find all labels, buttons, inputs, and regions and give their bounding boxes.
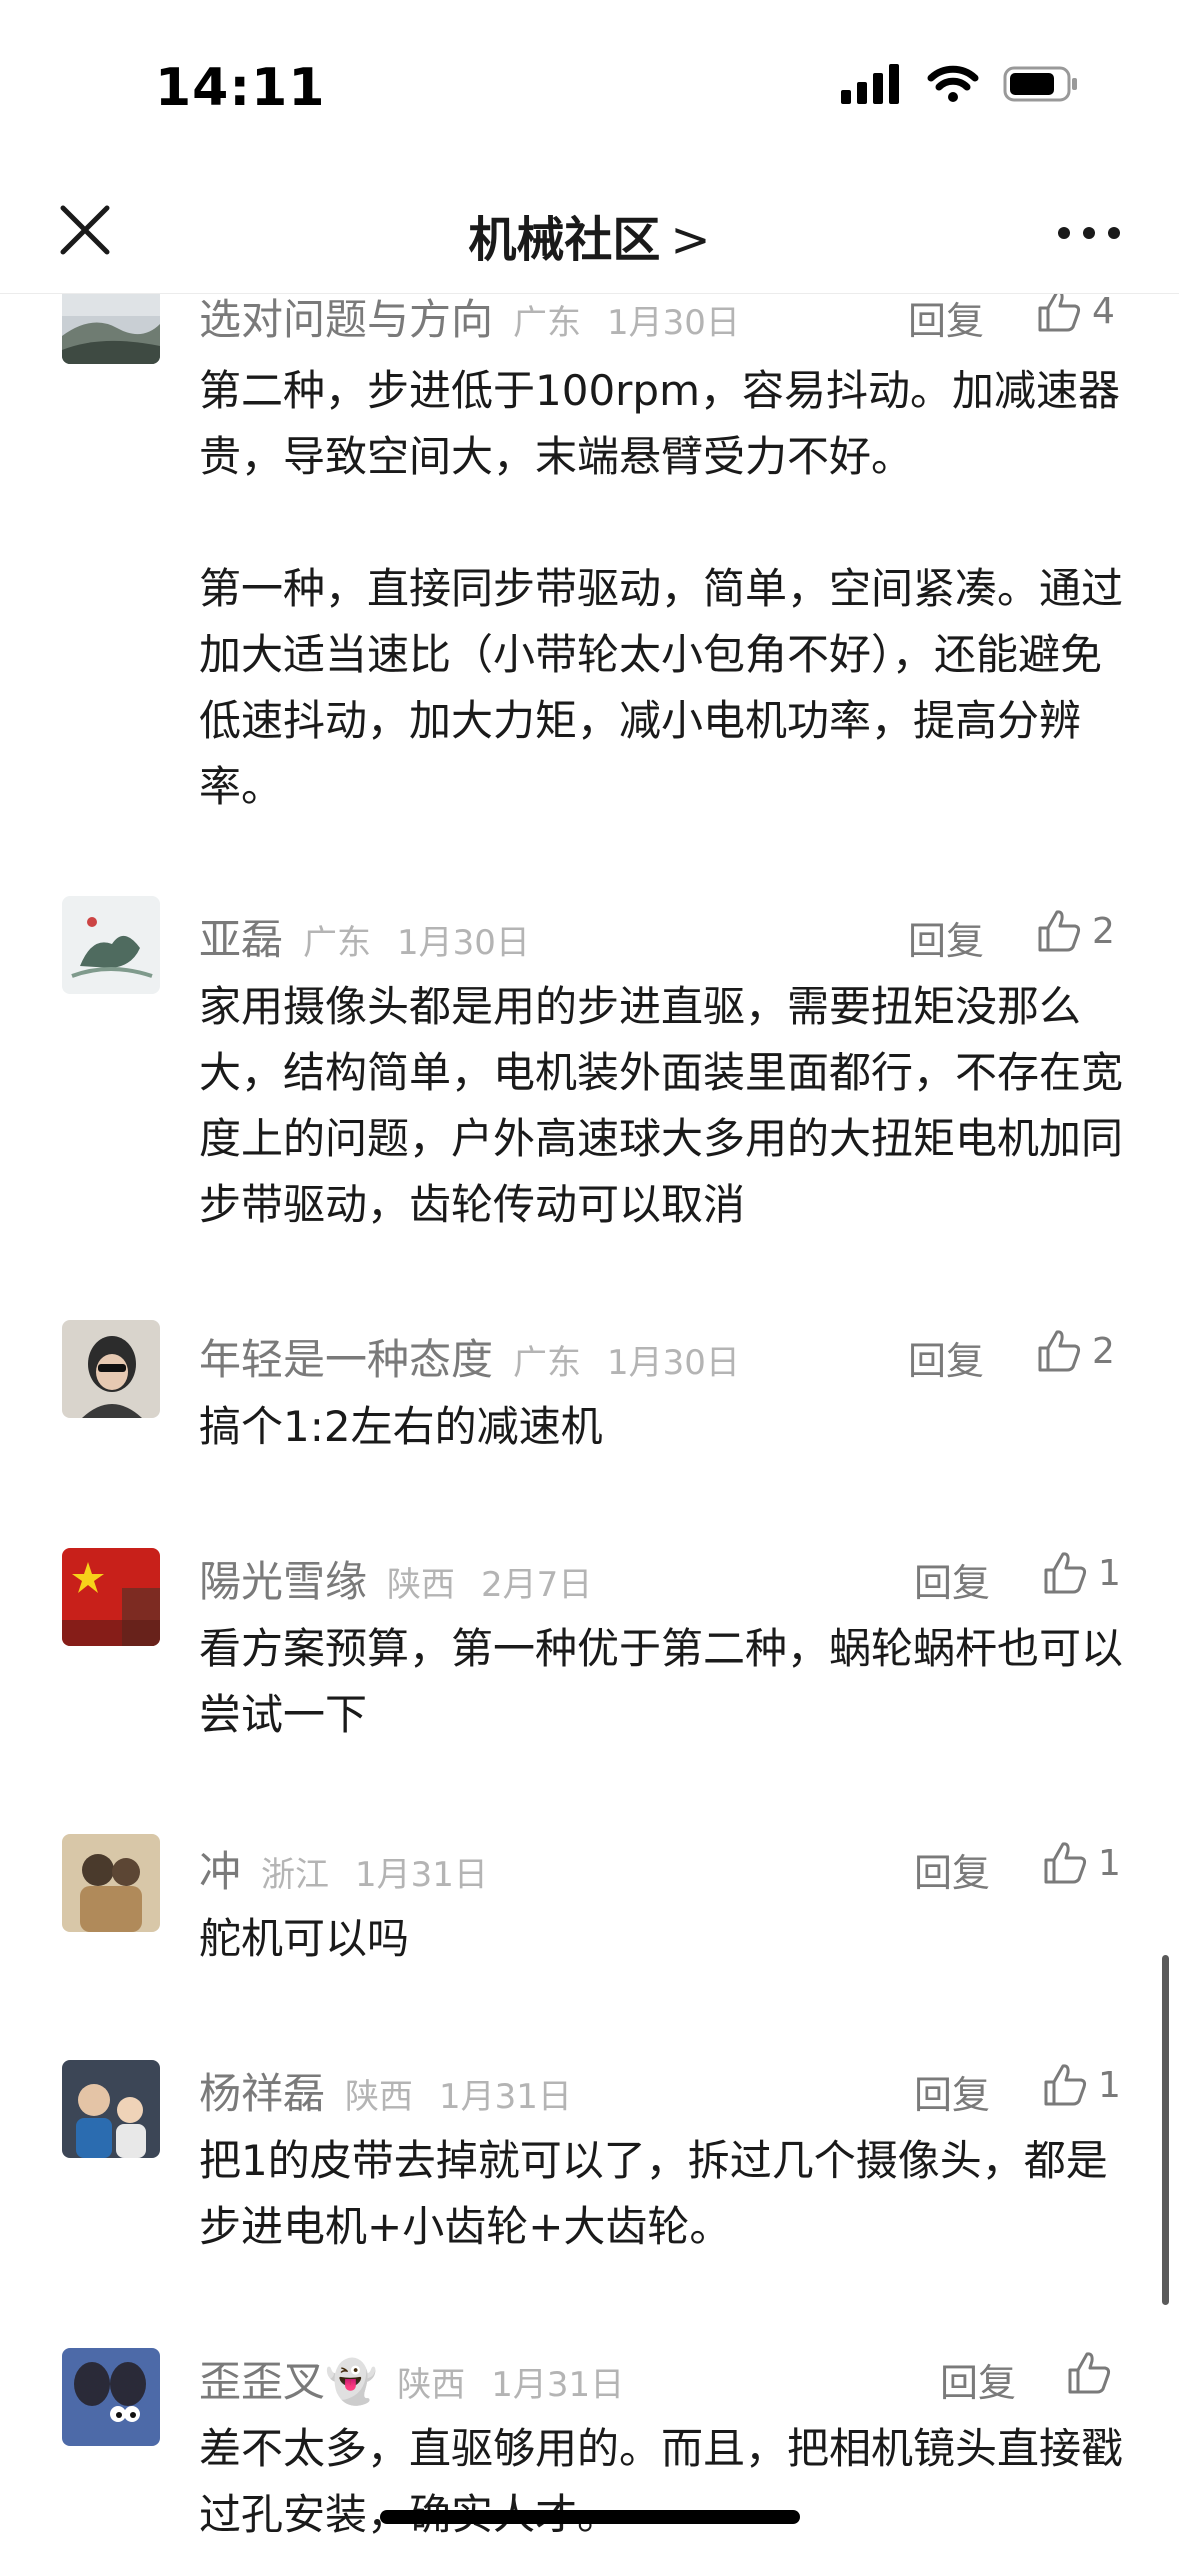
like-button[interactable] [1066, 2350, 1122, 2396]
username[interactable]: 杨祥磊 [199, 2060, 325, 2121]
region: 浙江 [261, 1855, 330, 1895]
comment-date: 1月31日 [355, 1855, 488, 1895]
region: 广东 [303, 923, 372, 963]
comment-date: 1月31日 [491, 2365, 625, 2405]
comment-body: 把1的皮带去掉就可以了，拆过几个摄像头，都是步进电机+小齿轮+大齿轮。 [199, 2128, 1129, 2260]
comment-body: 家用摄像头都是用的步进直驱，需要扭矩没那么大，结构简单，电机装外面装里面都行，不… [199, 974, 1129, 1238]
status-icons [841, 64, 1079, 104]
username[interactable]: 陽光雪缘 [199, 1548, 367, 1609]
like-button[interactable]: 1 [1042, 1840, 1121, 1886]
region: 陕西 [397, 2365, 466, 2405]
comment-meta: 冲 浙江 1月31日 [199, 1838, 488, 1898]
avatar[interactable] [62, 2348, 160, 2446]
username[interactable]: 冲 [199, 1838, 241, 1899]
wifi-icon [927, 65, 979, 102]
comment-paragraph: 看方案预算，第一种优于第二种，蜗轮蜗杆也可以尝试一下 [199, 1624, 1124, 1739]
comment-date: 1月30日 [607, 1343, 740, 1383]
comment-date: 1月30日 [607, 303, 740, 343]
comment-meta: 歪歪叉👻 陕西 1月31日 [199, 2348, 624, 2408]
like-button[interactable]: 4 [1036, 288, 1115, 334]
like-count: 1 [1098, 1842, 1121, 1884]
comment-paragraph: 把1的皮带去掉就可以了，拆过几个摄像头，都是步进电机+小齿轮+大齿轮。 [199, 2136, 1108, 2251]
battery-icon [1003, 66, 1077, 102]
page-title[interactable]: 机械社区 > [0, 200, 1179, 270]
comment-meta: 亚磊 广东 1月30日 [199, 906, 530, 966]
thumbs-up-icon [1044, 2064, 1087, 2106]
comment-paragraph: 第一种，直接同步带驱动，简单，空间紧凑。通过加大适当速比（小带轮太小包角不好），… [199, 564, 1124, 811]
comment-paragraph: 第二种，步进低于100rpm，容易抖动。加减速器贵，导致空间大，末端悬臂受力不好… [199, 366, 1121, 481]
scrollbar[interactable] [1162, 1955, 1169, 2305]
comment-body: 差不太多，直驱够用的。而且，把相机镜头直接戳过孔安装，确实人才。 [199, 2416, 1129, 2548]
avatar[interactable] [62, 1548, 160, 1646]
region: 陕西 [345, 2077, 414, 2117]
like-button[interactable]: 1 [1042, 1550, 1121, 1596]
comment-date: 1月31日 [439, 2077, 572, 2117]
thumbs-up-icon [1044, 1842, 1087, 1884]
like-count: 4 [1092, 290, 1115, 332]
comment-date: 1月30日 [397, 923, 530, 963]
like-count: 2 [1092, 1330, 1115, 1372]
like-count: 1 [1098, 2064, 1121, 2106]
avatar[interactable] [62, 1834, 160, 1932]
status-time: 14:11 [155, 58, 326, 118]
comment-paragraph: 搞个1:2左右的减速机 [199, 1402, 603, 1451]
thumbs-up-icon [1038, 1330, 1081, 1372]
comment-paragraph: 家用摄像头都是用的步进直驱，需要扭矩没那么大，结构简单，电机装外面装里面都行，不… [199, 982, 1124, 1229]
comment-paragraph [199, 490, 1129, 556]
home-indicator[interactable] [380, 2510, 800, 2524]
avatar[interactable] [62, 1320, 160, 1418]
chevron-right-icon: > [670, 212, 711, 268]
username[interactable]: 亚磊 [199, 906, 283, 967]
comment-paragraph: 差不太多，直驱够用的。而且，把相机镜头直接戳过孔安装，确实人才。 [199, 2424, 1124, 2539]
reply-button[interactable]: 回复 [940, 2352, 1016, 2407]
region: 广东 [513, 1343, 582, 1383]
comment-body: 舵机可以吗 [199, 1906, 1129, 1972]
username[interactable]: 歪歪叉👻 [199, 2348, 377, 2409]
comment-meta: 陽光雪缘 陕西 2月7日 [199, 1548, 592, 1608]
like-button[interactable]: 1 [1042, 2062, 1121, 2108]
region: 陕西 [387, 1565, 456, 1605]
avatar[interactable] [62, 2060, 160, 2158]
thumbs-up-icon [1068, 2352, 1111, 2394]
reply-button[interactable]: 回复 [908, 910, 984, 965]
avatar[interactable] [62, 896, 160, 994]
reply-button[interactable]: 回复 [914, 2064, 990, 2119]
thumbs-up-icon [1038, 910, 1081, 952]
comment-body: 看方案预算，第一种优于第二种，蜗轮蜗杆也可以尝试一下 [199, 1616, 1129, 1748]
comment-meta: 杨祥磊 陕西 1月31日 [199, 2060, 572, 2120]
comment-meta: 选对问题与方向 广东 1月30日 [199, 286, 740, 346]
reply-button[interactable]: 回复 [914, 1552, 990, 1607]
like-button[interactable]: 2 [1036, 1328, 1115, 1374]
status-bar: 14:11 [0, 0, 1179, 170]
like-button[interactable]: 2 [1036, 908, 1115, 954]
reply-button[interactable]: 回复 [908, 1330, 984, 1385]
comment-body: 第二种，步进低于100rpm，容易抖动。加减速器贵，导致空间大，末端悬臂受力不好… [199, 358, 1129, 820]
username[interactable]: 年轻是一种态度 [199, 1326, 493, 1387]
page-title-text: 机械社区 [468, 212, 661, 268]
nav-bar: 机械社区 > [0, 170, 1179, 294]
cellular-signal-icon [841, 64, 899, 104]
username[interactable]: 选对问题与方向 [199, 286, 493, 347]
comment-date: 2月7日 [481, 1565, 593, 1605]
reply-button[interactable]: 回复 [908, 290, 984, 345]
comment-meta: 年轻是一种态度 广东 1月30日 [199, 1326, 740, 1386]
like-count: 1 [1098, 1552, 1121, 1594]
comment-paragraph: 舵机可以吗 [199, 1914, 410, 1963]
region: 广东 [513, 303, 582, 343]
more-icon[interactable] [1054, 208, 1124, 258]
like-count: 2 [1092, 910, 1115, 952]
thumbs-up-icon [1038, 290, 1081, 332]
reply-button[interactable]: 回复 [914, 1842, 990, 1897]
comment-body: 搞个1:2左右的减速机 [199, 1394, 1129, 1460]
thumbs-up-icon [1044, 1552, 1087, 1594]
